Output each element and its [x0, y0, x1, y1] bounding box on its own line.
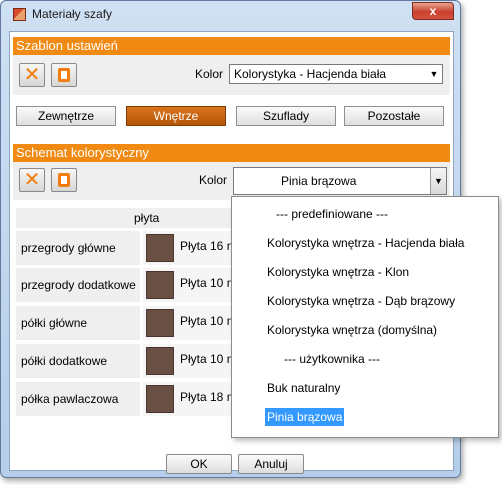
- template-delete-button[interactable]: ✕: [19, 63, 45, 87]
- ok-button[interactable]: OK: [166, 454, 232, 474]
- material-cell[interactable]: Płyta 10 mm: [143, 344, 232, 378]
- window-title: Materiały szafy: [32, 7, 113, 21]
- color-swatch: [146, 347, 174, 375]
- dropdown-option[interactable]: Buk naturalny: [232, 375, 498, 401]
- material-value: Płyta 10 mm: [180, 314, 232, 328]
- chevron-down-icon: ▼: [429, 69, 439, 79]
- chevron-down-icon[interactable]: ▼: [430, 168, 446, 194]
- column-header-plyta: płyta: [134, 211, 160, 225]
- cancel-button[interactable]: Anuluj: [238, 454, 304, 474]
- color-swatch: [146, 271, 174, 299]
- scheme-delete-button[interactable]: ✕: [19, 168, 45, 192]
- color-swatch: [146, 385, 174, 413]
- table-row[interactable]: przegrody dodatkowe Płyta 10 mm: [16, 268, 232, 302]
- template-kolor-select[interactable]: Kolorystyka - Hacjenda biała ▼: [229, 64, 443, 84]
- scheme-section-panel: ✕ Kolor Pinia brązowa ▼: [13, 162, 450, 200]
- tab-wnetrze[interactable]: Wnętrze: [126, 106, 226, 126]
- row-label: półka pawlaczowa: [16, 382, 140, 416]
- table-row[interactable]: półki główne Płyta 10 mm: [16, 306, 232, 340]
- materials-grid: płyta przegrody główne Płyta 16 mm przeg…: [16, 208, 232, 424]
- delete-icon: ✕: [23, 64, 41, 86]
- dropdown-option[interactable]: Kolorystyka wnętrza - Dąb brązowy: [232, 288, 498, 314]
- dropdown-option[interactable]: Kolorystyka wnętrza - Klon: [232, 259, 498, 285]
- title-bar[interactable]: Materiały szafy x: [1, 1, 460, 27]
- dropdown-separator-predefined: --- predefiniowane ---: [276, 207, 389, 221]
- scheme-save-button[interactable]: [51, 168, 77, 192]
- row-label: półki główne: [16, 306, 140, 340]
- material-cell[interactable]: Płyta 16 mm: [143, 231, 232, 265]
- save-icon: [58, 173, 70, 187]
- material-value: Płyta 16 mm: [180, 239, 232, 253]
- scheme-kolor-value: Pinia brązowa: [281, 174, 357, 188]
- template-section-header: Szablon ustawień: [13, 37, 450, 55]
- save-icon: [58, 68, 70, 82]
- material-value: Płyta 10 mm: [180, 276, 232, 290]
- material-value: Płyta 18 mm: [180, 390, 232, 404]
- template-kolor-value: Kolorystyka - Hacjenda biała: [234, 67, 387, 81]
- app-icon: [13, 8, 26, 21]
- material-cell[interactable]: Płyta 18 mm: [143, 382, 232, 416]
- material-value: Płyta 10 mm: [180, 352, 232, 366]
- template-save-button[interactable]: [51, 63, 77, 87]
- grid-header: płyta: [16, 208, 232, 228]
- close-button[interactable]: x: [412, 2, 454, 20]
- scheme-kolor-select[interactable]: Pinia brązowa ▼: [233, 167, 447, 195]
- scheme-section-header: Schemat kolorystyczny: [13, 144, 450, 162]
- row-label: przegrody dodatkowe: [16, 268, 140, 302]
- tab-szuflady[interactable]: Szuflady: [236, 106, 336, 126]
- table-row[interactable]: półka pawlaczowa Płyta 18 mm: [16, 382, 232, 416]
- color-swatch: [146, 309, 174, 337]
- table-row[interactable]: półki dodatkowe Płyta 10 mm: [16, 344, 232, 378]
- tab-pozostale[interactable]: Pozostałe: [344, 106, 444, 126]
- dropdown-separator-user: --- użytkownika ---: [284, 352, 381, 366]
- material-cell[interactable]: Płyta 10 mm: [143, 268, 232, 302]
- template-section-panel: ✕ Kolor Kolorystyka - Hacjenda biała ▼: [13, 55, 450, 95]
- scheme-kolor-label: Kolor: [199, 173, 228, 187]
- row-label: półki dodatkowe: [16, 344, 140, 378]
- color-swatch: [146, 234, 174, 262]
- row-label: przegrody główne: [16, 231, 140, 265]
- tab-zewnetrze[interactable]: Zewnętrze: [16, 106, 116, 126]
- material-cell[interactable]: Płyta 10 mm: [143, 306, 232, 340]
- table-row[interactable]: przegrody główne Płyta 16 mm: [16, 231, 232, 265]
- dropdown-option[interactable]: Kolorystyka wnętrza (domyślna): [232, 317, 498, 343]
- delete-icon: ✕: [23, 169, 41, 191]
- template-kolor-label: Kolor: [195, 67, 224, 81]
- dropdown-option-selected[interactable]: Pinia brązowa: [232, 404, 498, 430]
- kolor-dropdown-list: --- predefiniowane --- Kolorystyka wnętr…: [231, 196, 499, 438]
- dropdown-option[interactable]: Kolorystyka wnętrza - Hacjenda biała: [232, 230, 498, 256]
